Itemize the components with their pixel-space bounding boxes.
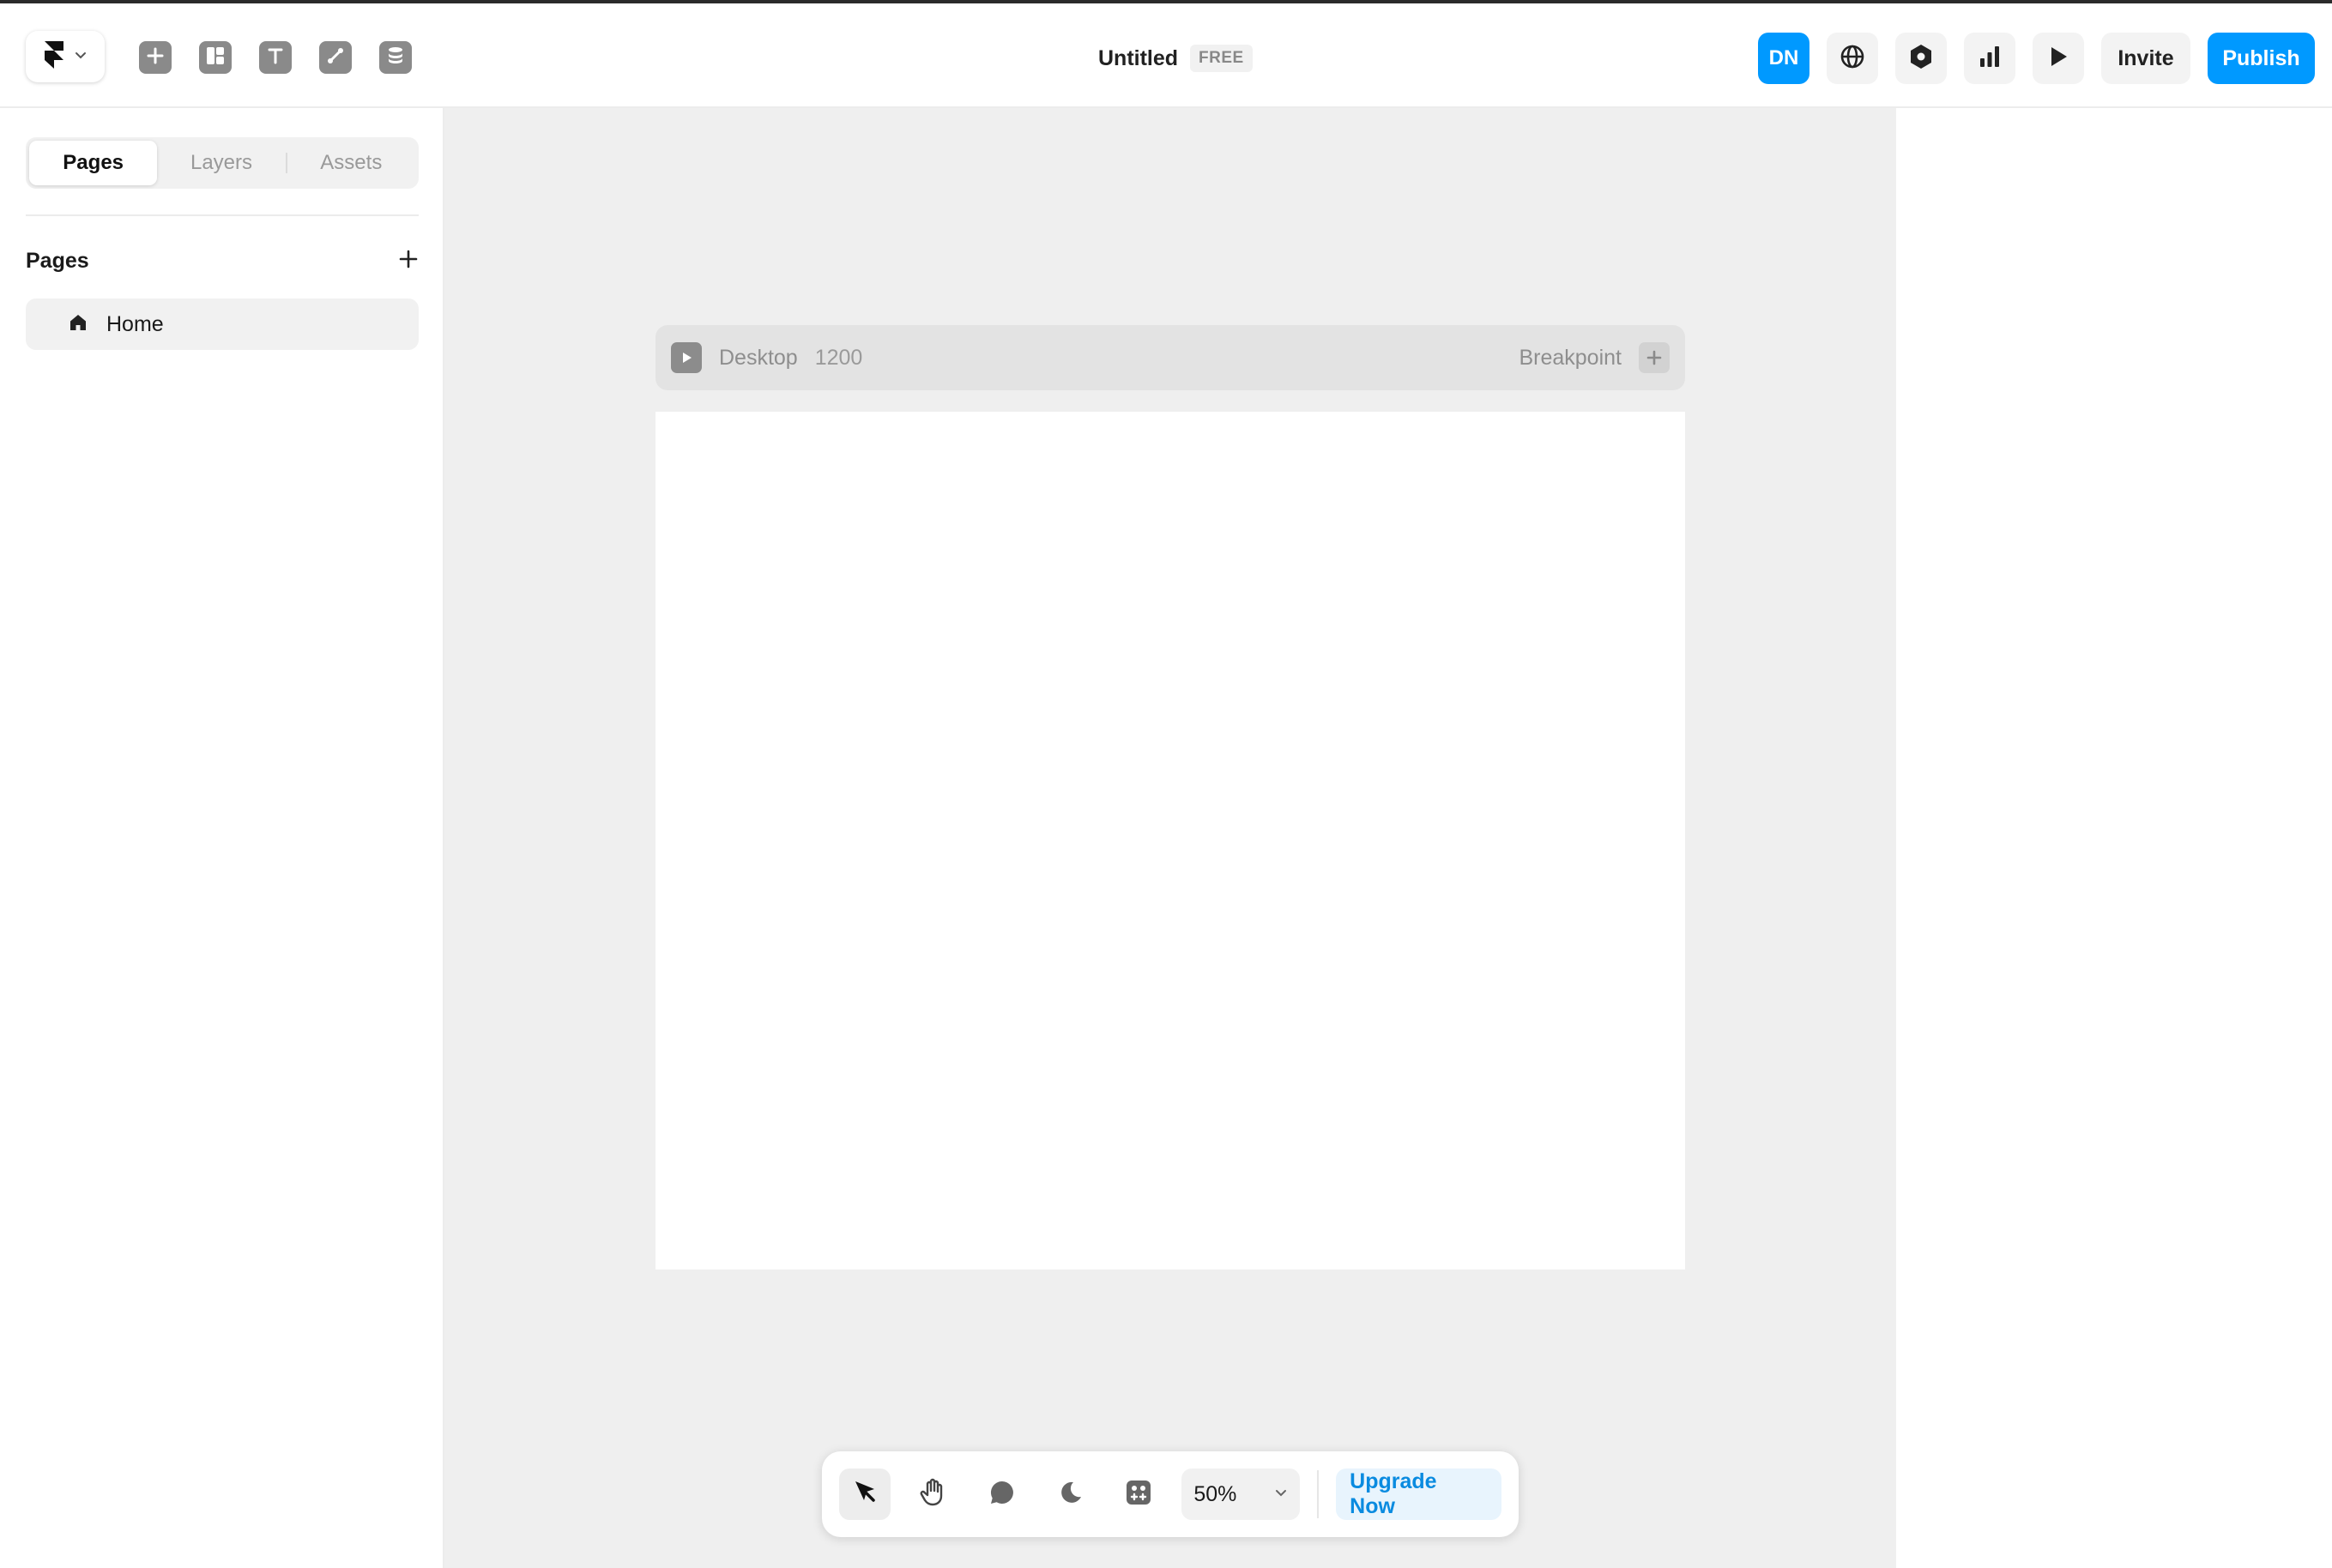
chevron-down-icon <box>1274 1486 1288 1504</box>
hand-tool-button[interactable] <box>908 1468 959 1520</box>
layout-button[interactable] <box>199 41 232 74</box>
bar-chart-icon <box>1978 45 2002 73</box>
text-icon <box>266 46 285 69</box>
breakpoint-preview-button[interactable] <box>671 342 702 373</box>
tab-pages[interactable]: Pages <box>29 141 158 185</box>
play-icon <box>2047 45 2069 73</box>
breakpoint-label: Breakpoint <box>1519 345 1622 370</box>
grid-icon <box>1125 1479 1152 1511</box>
moon-icon <box>1058 1480 1084 1510</box>
comment-tool-button[interactable] <box>976 1468 1028 1520</box>
plus-square-icon <box>146 46 165 69</box>
canvas[interactable]: Desktop 1200 Breakpoint <box>444 108 1896 1568</box>
globe-icon <box>1839 43 1866 75</box>
panel-tabs: Pages Layers Assets <box>26 137 419 189</box>
preview-button[interactable] <box>2033 33 2084 84</box>
site-settings-button[interactable] <box>1827 33 1878 84</box>
user-avatar[interactable]: DN <box>1758 33 1809 84</box>
plugins-button[interactable] <box>1895 33 1947 84</box>
plan-badge: FREE <box>1190 45 1253 72</box>
bottom-toolbar: 50% Upgrade Now <box>822 1451 1519 1537</box>
hexagon-icon <box>1908 43 1934 75</box>
desktop-frame[interactable] <box>655 412 1685 1269</box>
cursor-icon <box>851 1479 879 1511</box>
right-panel <box>1896 108 2332 1568</box>
invite-button[interactable]: Invite <box>2101 33 2190 84</box>
layout-icon <box>204 45 227 71</box>
app-window: Untitled FREE DN Invite Publish Pages La… <box>0 0 2332 1568</box>
pages-section-header: Pages <box>26 244 419 278</box>
top-bar: Untitled FREE DN Invite Publish <box>0 3 2332 108</box>
publish-button[interactable]: Publish <box>2208 33 2315 84</box>
pen-icon <box>325 45 346 70</box>
page-item-home[interactable]: Home <box>26 299 419 350</box>
app-menu-button[interactable] <box>26 31 105 82</box>
page-item-label: Home <box>106 311 164 336</box>
hand-icon <box>920 1478 947 1511</box>
comment-icon <box>988 1479 1016 1511</box>
tab-layers[interactable]: Layers <box>157 141 285 185</box>
dark-mode-button[interactable] <box>1045 1468 1097 1520</box>
breakpoint-width: 1200 <box>814 345 863 370</box>
database-icon <box>386 45 405 70</box>
tab-assets[interactable]: Assets <box>287 141 415 185</box>
vector-button[interactable] <box>319 41 352 74</box>
analytics-button[interactable] <box>1964 33 2015 84</box>
select-tool-button[interactable] <box>839 1468 891 1520</box>
home-icon <box>69 313 88 336</box>
panel-divider <box>26 214 419 216</box>
insert-button[interactable] <box>139 41 172 74</box>
cms-button[interactable] <box>379 41 412 74</box>
project-title-area[interactable]: Untitled FREE <box>1098 41 1253 75</box>
upgrade-now-button[interactable]: Upgrade Now <box>1336 1468 1501 1520</box>
framer-logo-icon <box>43 40 65 74</box>
left-panel: Pages Layers Assets Pages Home <box>0 108 444 1568</box>
chevron-down-icon <box>74 48 88 66</box>
zoom-select[interactable]: 50% <box>1181 1468 1301 1520</box>
add-page-button[interactable] <box>398 249 419 274</box>
project-title[interactable]: Untitled <box>1098 46 1178 71</box>
plus-icon <box>1646 350 1662 365</box>
text-button[interactable] <box>259 41 292 74</box>
breakpoint-name[interactable]: Desktop <box>719 346 798 371</box>
toolbar-separator <box>1317 1470 1320 1518</box>
add-breakpoint-button[interactable] <box>1639 342 1670 373</box>
components-button[interactable] <box>1114 1468 1165 1520</box>
pages-section-title: Pages <box>26 248 89 273</box>
play-icon <box>683 353 692 363</box>
zoom-value: 50% <box>1193 1481 1237 1506</box>
plus-icon <box>399 250 418 268</box>
breakpoint-bar: Desktop 1200 Breakpoint <box>655 325 1685 390</box>
